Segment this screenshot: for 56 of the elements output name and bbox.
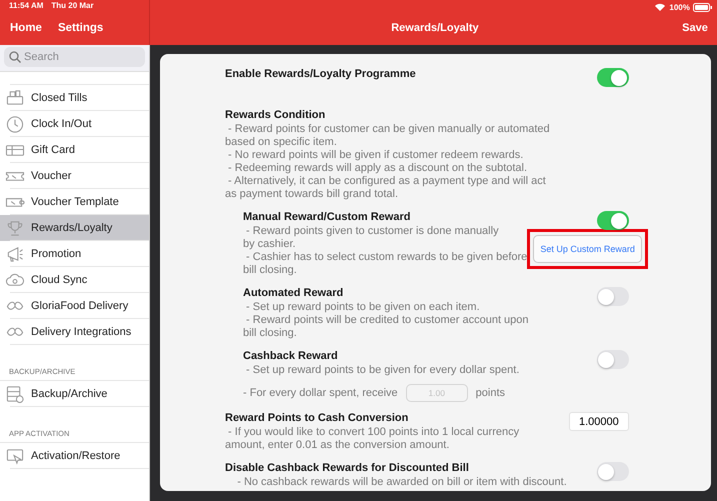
sidebar-item[interactable]: Gift Card: [0, 137, 149, 163]
setting-description: - If you would like to convert 100 points into 1 local currency amount, enter 0.01 as the conversion amount.: [225, 426, 520, 452]
nav-link[interactable]: Home: [10, 22, 42, 34]
setting-description: - Cashier has to select custom rewards to be given before bill closing.: [243, 251, 528, 277]
toggle-switch[interactable]: [596, 211, 629, 230]
rate-unit: points: [476, 387, 506, 399]
wifi-icon: [654, 2, 666, 12]
status-time: 11:54 AM: [9, 1, 44, 10]
setting-description: - Set up reward points to be given on each item.: [245, 301, 480, 314]
sidebar-item[interactable]: Cloud Sync: [0, 267, 149, 293]
toggle-switch[interactable]: [596, 462, 629, 481]
battery-icon: [692, 2, 712, 12]
sidebar-item[interactable]: Delivery Integrations: [0, 319, 149, 345]
sidebar-item[interactable]: Backup/Archive: [0, 381, 149, 407]
toggle-switch[interactable]: [596, 287, 629, 306]
nav-link[interactable]: Settings: [58, 22, 104, 34]
sidebar-item[interactable]: Activation/Restore: [0, 443, 149, 469]
setting-title: Automated Reward: [243, 287, 344, 300]
trophy-icon: [5, 219, 25, 237]
setting-description: - Reward points given to customer is done manually by cashier.: [243, 225, 499, 251]
setting-title: Disable Cashback Rewards for Discounted Bill: [225, 462, 469, 475]
status-date: Thu 20 Mar: [51, 1, 94, 10]
setting-description: - Alternatively, it can be configured as a payment type and will act as payment towards bill grand total.: [225, 175, 546, 201]
setting-title: Rewards Condition: [225, 109, 326, 122]
setting-title: Enable Rewards/Loyalty Programme: [225, 68, 416, 81]
server-icon: [5, 385, 25, 403]
sidebar-item[interactable]: Clock In/Out: [0, 111, 149, 137]
battery-percent: 100%: [669, 2, 690, 12]
search-field[interactable]: Search: [4, 47, 145, 67]
setting-title: Reward Points to Cash Conversion: [225, 412, 408, 425]
sidebar-item[interactable]: Closed Tills: [0, 85, 149, 111]
sidebar-item[interactable]: Voucher: [0, 163, 149, 189]
page-title: Rewards/Loyalty: [391, 22, 479, 34]
sidebar-item[interactable]: Rewards/Loyalty: [0, 215, 149, 241]
setting-description: - No reward points will be given if customer redeem rewards.: [227, 149, 524, 162]
monitor-icon: [5, 447, 25, 465]
save-button[interactable]: Save: [682, 22, 708, 34]
setup-button[interactable]: Set Up Custom Reward: [533, 235, 642, 263]
sidebar-item[interactable]: Promotion: [0, 241, 149, 267]
rate-label: - For every dollar spent, receive: [243, 387, 398, 399]
sidebar-item[interactable]: Voucher Template: [0, 189, 149, 215]
conversion-field[interactable]: 1.00000: [568, 412, 629, 431]
sidebar-item[interactable]: GloriaFood Delivery: [0, 293, 149, 319]
megaphone-icon: [5, 245, 25, 263]
search-icon: [9, 51, 21, 63]
setting-title: Cashback Reward: [243, 350, 338, 363]
setting-description: - Reward points for customer can be given manually or automated based on specific item.: [225, 123, 550, 149]
toggle-switch[interactable]: [596, 350, 629, 369]
setting-description: - Reward points will be credited to customer account upon bill closing.: [243, 314, 529, 340]
register-icon: [5, 89, 25, 107]
setting-description: - Set up reward points to be given for every dollar spent.: [245, 364, 520, 377]
toggle-switch[interactable]: [596, 68, 629, 87]
setting-title: Manual Reward/Custom Reward: [243, 211, 410, 224]
clock-icon: [5, 115, 25, 133]
setting-description: - No cashback rewards will be awarded on bill or item with discount.: [236, 476, 567, 489]
setting-description: - Redeeming rewards will apply as a discount on the subtotal.: [227, 162, 528, 175]
